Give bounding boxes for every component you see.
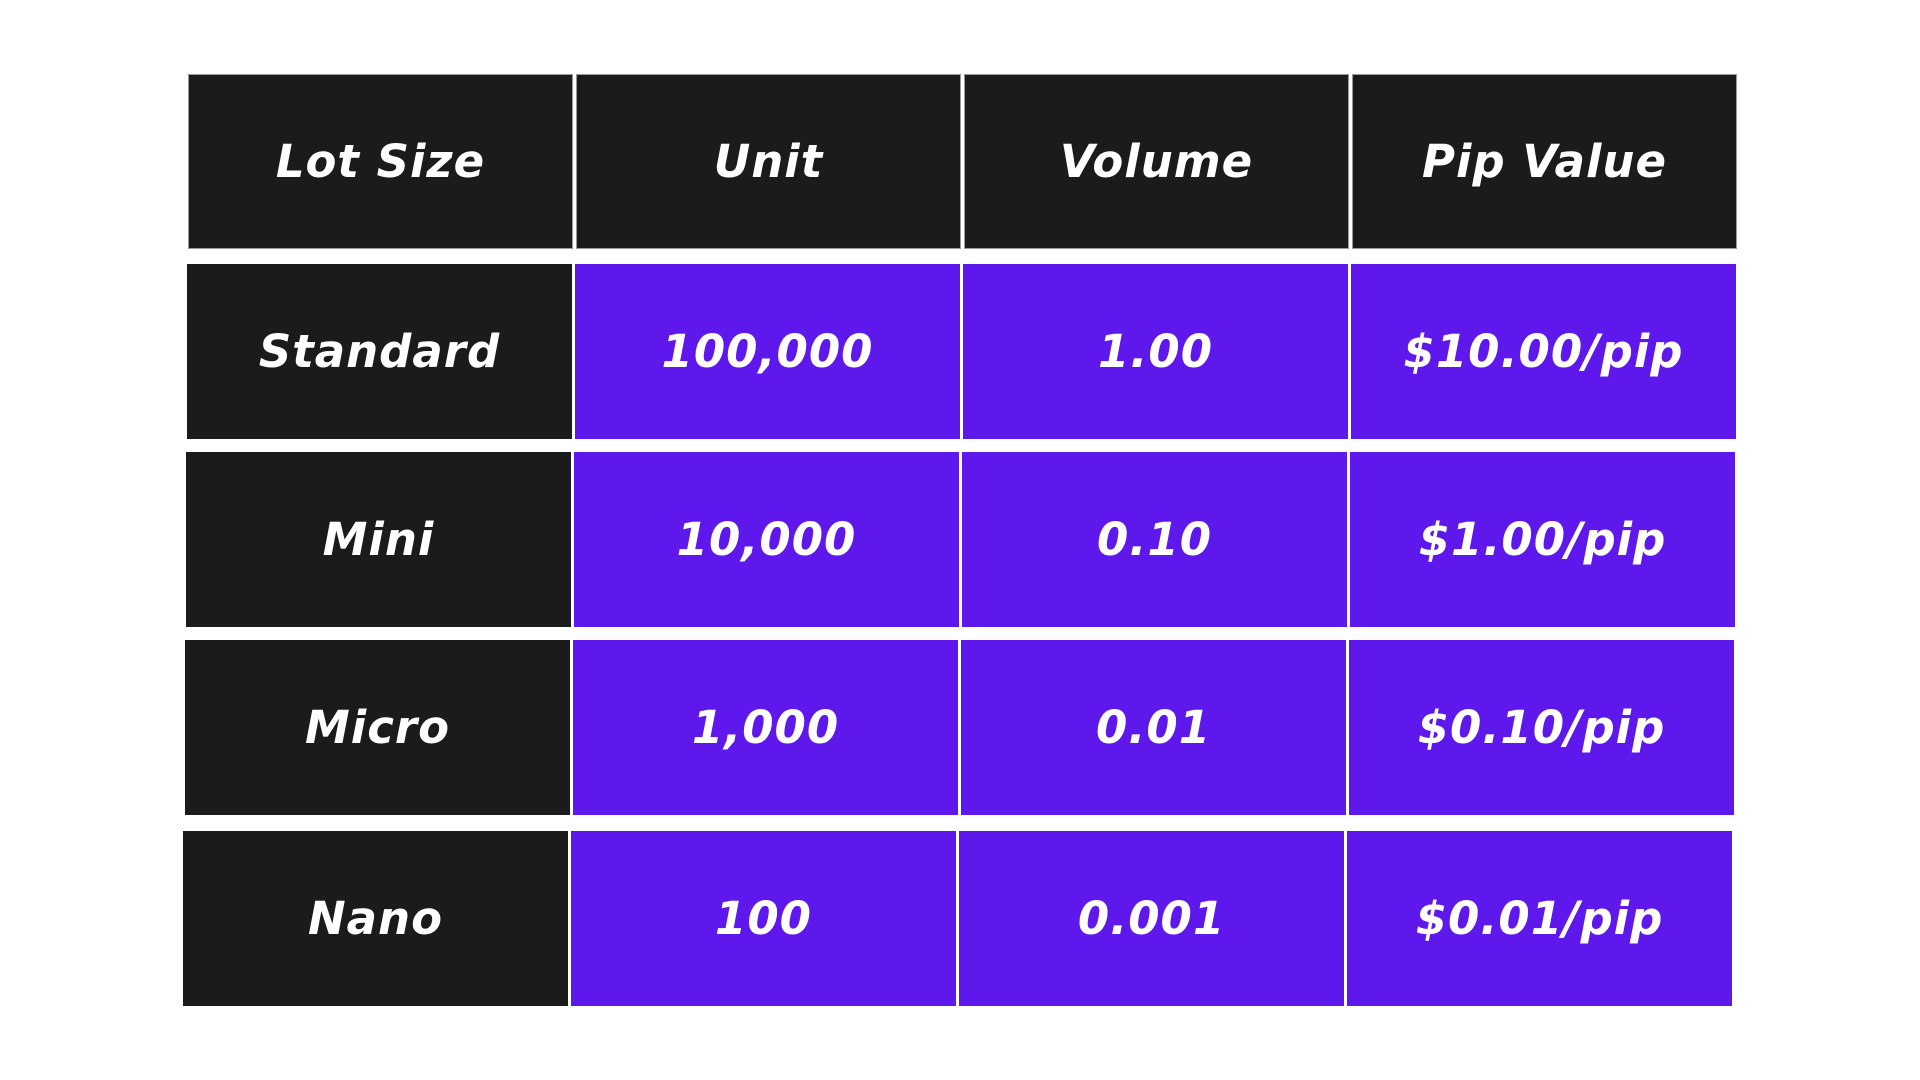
unit-cell: 10,000 [574,452,959,627]
table-header-row: Lot Size Unit Volume Pip Value [188,74,1737,249]
header-lot-size: Lot Size [188,74,573,249]
pip-value-cell: $10.00/pip [1351,264,1736,439]
lot-size-cell: Standard [187,264,572,439]
header-pip-value: Pip Value [1352,74,1737,249]
volume-cell: 0.001 [959,831,1344,1006]
pip-value-cell: $0.01/pip [1347,831,1732,1006]
volume-cell: 1.00 [963,264,1348,439]
table-row-standard: Standard 100,000 1.00 $10.00/pip [187,264,1736,439]
lot-size-table: Lot Size Unit Volume Pip Value Standard … [0,0,1920,1080]
volume-cell: 0.01 [961,640,1346,815]
lot-size-cell: Micro [185,640,570,815]
table-row-nano: Nano 100 0.001 $0.01/pip [183,831,1732,1006]
unit-cell: 100 [571,831,956,1006]
header-unit: Unit [576,74,961,249]
unit-cell: 100,000 [575,264,960,439]
lot-size-cell: Mini [186,452,571,627]
unit-cell: 1,000 [573,640,958,815]
lot-size-cell: Nano [183,831,568,1006]
table-row-mini: Mini 10,000 0.10 $1.00/pip [186,452,1735,627]
pip-value-cell: $1.00/pip [1350,452,1735,627]
volume-cell: 0.10 [962,452,1347,627]
pip-value-cell: $0.10/pip [1349,640,1734,815]
table-row-micro: Micro 1,000 0.01 $0.10/pip [185,640,1734,815]
header-volume: Volume [964,74,1349,249]
